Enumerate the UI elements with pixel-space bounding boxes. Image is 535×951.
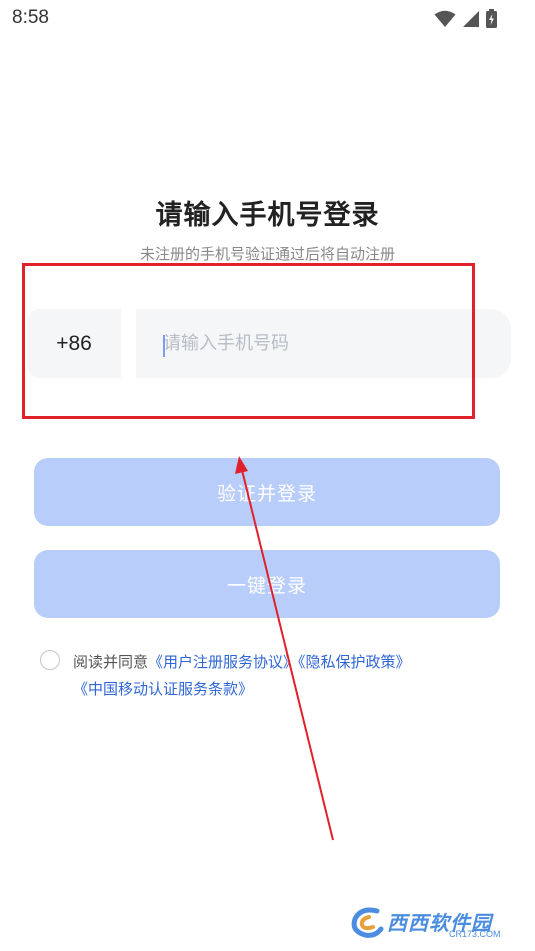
agreement-checkbox[interactable] — [40, 650, 60, 670]
verify-login-button[interactable]: 验证并登录 — [34, 458, 500, 526]
annotation-highlight-box — [22, 263, 475, 419]
status-bar: 8:58 — [0, 0, 535, 40]
battery-icon — [486, 9, 497, 32]
watermark-logo: 西西软件园 CR173.COM — [347, 905, 525, 943]
privacy-policy-link[interactable]: 《隐私保护政策》 — [298, 653, 411, 671]
signal-icon — [462, 10, 480, 32]
login-screen: 8:58 请输入手机号登录 未注册的手机号验证通过后将自动注册 +86 验证并登 — [0, 0, 535, 951]
agreement-prefix: 阅读并同意 — [73, 653, 149, 671]
status-time: 8:58 — [12, 7, 49, 28]
agreement-line-1: 阅读并同意《用户注册服务协议》《隐私保护政策》 — [73, 651, 411, 672]
agreement-line-2: 《中国移动认证服务条款》 — [73, 678, 253, 699]
page-subtitle: 未注册的手机号验证通过后将自动注册 — [139, 245, 395, 263]
watermark-domain: CR173.COM — [449, 929, 501, 939]
status-icons — [434, 9, 497, 32]
page-title: 请输入手机号登录 — [155, 200, 380, 231]
one-click-login-button[interactable]: 一键登录 — [34, 550, 500, 618]
cmcc-terms-link[interactable]: 《中国移动认证服务条款》 — [73, 680, 253, 698]
wifi-icon — [434, 10, 456, 32]
watermark-emblem-icon — [351, 907, 384, 938]
user-agreement-link[interactable]: 《用户注册服务协议》 — [148, 653, 298, 671]
